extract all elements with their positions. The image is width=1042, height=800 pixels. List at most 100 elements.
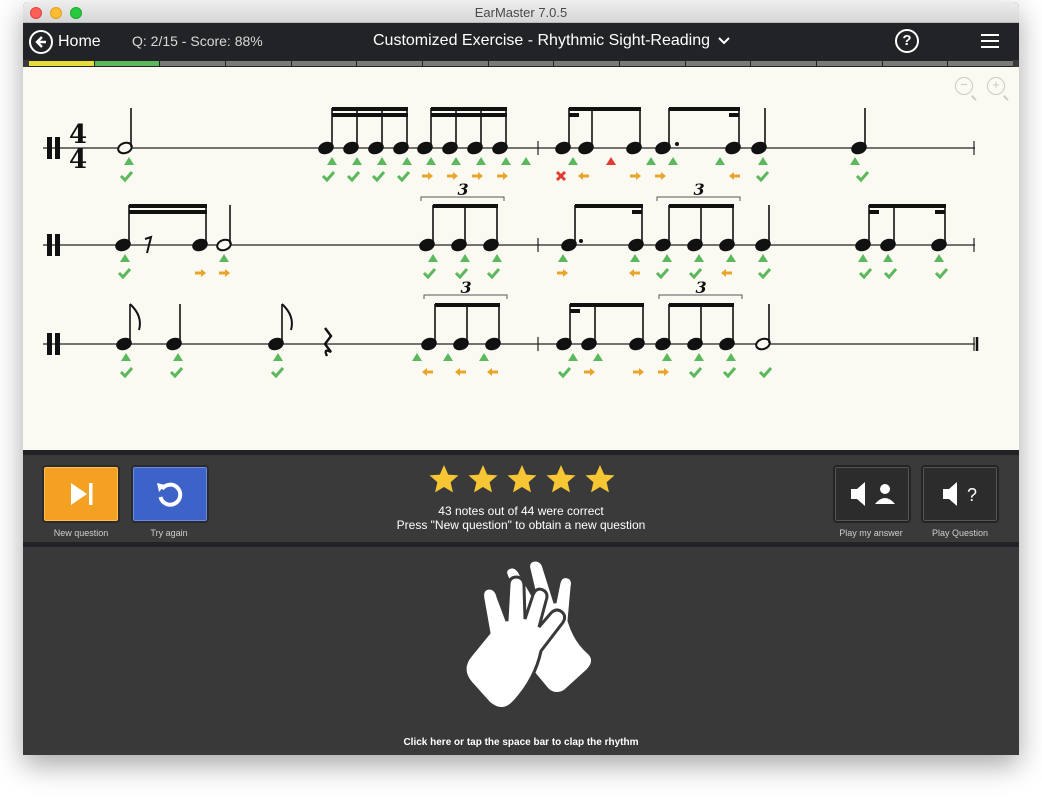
correct-icon xyxy=(119,367,134,379)
progress-segment xyxy=(817,61,882,66)
speaker-person-icon xyxy=(851,482,895,506)
play-my-answer-button[interactable] xyxy=(833,465,911,523)
quarter-rest xyxy=(323,327,333,357)
onset-marker xyxy=(694,353,704,361)
onset-marker xyxy=(476,157,486,165)
onset-marker xyxy=(668,157,678,165)
onset-marker xyxy=(934,254,944,262)
play-question-label: Play Question xyxy=(931,528,989,538)
beam xyxy=(431,113,507,117)
clap-area[interactable]: Click here or tap the space bar to clap … xyxy=(23,547,1019,755)
onset-marker xyxy=(630,254,640,262)
beam xyxy=(869,210,879,214)
correct-icon xyxy=(396,171,411,183)
onset-marker xyxy=(173,353,183,361)
onset-marker xyxy=(492,254,502,262)
late-arrow-icon xyxy=(422,172,433,180)
progress-segment xyxy=(882,61,948,66)
progress-segment xyxy=(94,61,160,66)
beam xyxy=(669,107,740,111)
late-arrow-icon xyxy=(655,172,666,180)
onset-marker xyxy=(460,254,470,262)
new-question-label: New question xyxy=(53,528,109,538)
correct-icon xyxy=(454,268,469,280)
onset-marker xyxy=(715,157,725,165)
correct-icon xyxy=(858,268,873,280)
star-icon xyxy=(507,465,537,493)
onset-marker xyxy=(443,353,453,361)
star-icon xyxy=(468,465,498,493)
beam xyxy=(332,113,408,117)
note-flag xyxy=(129,303,141,331)
new-question-button[interactable] xyxy=(42,465,120,523)
tuplet-number: 3 xyxy=(458,180,469,199)
progress-segment xyxy=(29,61,94,66)
star-icon xyxy=(546,465,576,493)
rhythm-staff: 443 33 3 xyxy=(43,107,979,379)
play-my-answer-label: Play my answer xyxy=(839,528,903,538)
onset-marker xyxy=(219,254,229,262)
percussion-clef xyxy=(47,333,52,355)
late-arrow-icon xyxy=(195,269,206,277)
correct-icon xyxy=(169,367,184,379)
progress-segment xyxy=(620,61,685,66)
beam xyxy=(669,204,734,208)
beam xyxy=(435,303,500,307)
back-arrow-icon xyxy=(29,30,53,54)
onset-marker xyxy=(558,254,568,262)
percussion-clef xyxy=(55,234,60,256)
hamburger-menu-icon[interactable] xyxy=(981,34,999,48)
progress-segment xyxy=(488,61,554,66)
onset-marker xyxy=(327,157,337,165)
late-arrow-icon xyxy=(219,269,230,277)
correct-icon xyxy=(755,171,770,183)
clapping-hands-icon xyxy=(463,558,594,710)
result-line-1: 43 notes out of 44 were correct xyxy=(438,504,604,518)
app-toolbar: Home Q: 2/15 - Score: 88% Customized Exe… xyxy=(23,23,1019,60)
chevron-down-icon xyxy=(718,37,730,45)
late-arrow-icon xyxy=(584,368,595,376)
onset-marker xyxy=(606,157,616,165)
beam xyxy=(332,107,408,111)
onset-marker xyxy=(273,353,283,361)
question-progress-bar xyxy=(29,60,1014,67)
beam xyxy=(431,107,507,111)
home-button[interactable]: Home xyxy=(29,29,101,55)
early-arrow-icon xyxy=(578,172,589,180)
beam xyxy=(569,107,641,111)
late-arrow-icon xyxy=(630,172,641,180)
correct-icon xyxy=(722,367,737,379)
onset-marker xyxy=(402,157,412,165)
tuplet-number: 3 xyxy=(694,180,705,199)
control-panel: New question Try again 43 notes out of 4… xyxy=(23,455,1019,542)
percussion-clef xyxy=(47,137,52,159)
exercise-title-dropdown[interactable]: Customized Exercise - Rhythmic Sight-Rea… xyxy=(373,32,730,50)
late-arrow-icon xyxy=(633,368,644,376)
app-window: EarMaster 7.0.5 Home Q: 2/15 - Score: 88… xyxy=(23,2,1019,755)
progress-segment xyxy=(423,61,488,66)
progress-segment xyxy=(554,61,620,66)
try-again-label: Try again xyxy=(150,528,188,538)
onset-marker xyxy=(662,254,672,262)
exercise-title: Customized Exercise - Rhythmic Sight-Rea… xyxy=(373,32,711,49)
onset-marker xyxy=(726,254,736,262)
onset-marker xyxy=(646,157,656,165)
progress-segment xyxy=(357,61,423,66)
try-again-button[interactable] xyxy=(131,465,209,523)
correct-icon xyxy=(688,268,703,280)
clap-instruction: Click here or tap the space bar to clap … xyxy=(403,737,639,748)
play-question-button[interactable]: ? xyxy=(921,465,999,523)
window-title: EarMaster 7.0.5 xyxy=(474,5,568,20)
correct-icon xyxy=(119,171,134,183)
beam xyxy=(570,303,644,307)
home-label: Home xyxy=(58,33,101,50)
help-icon[interactable]: ? xyxy=(895,29,919,53)
onset-marker xyxy=(377,157,387,165)
onset-marker xyxy=(451,157,461,165)
onset-marker xyxy=(726,353,736,361)
correct-icon xyxy=(758,367,773,379)
result-line-2: Press "New question" to obtain a new que… xyxy=(396,518,646,532)
early-arrow-icon xyxy=(629,269,640,277)
correct-icon xyxy=(934,268,949,280)
correct-icon xyxy=(346,171,361,183)
